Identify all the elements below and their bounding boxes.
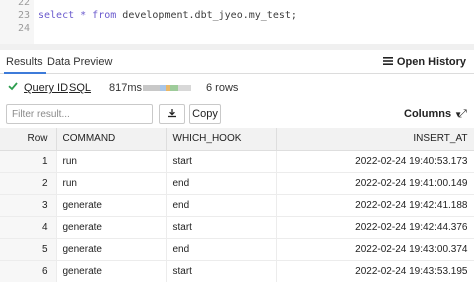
cell-which-hook[interactable]: start [166, 260, 277, 282]
download-icon [168, 108, 176, 117]
row-number: 3 [0, 194, 57, 217]
cell-command[interactable]: run [56, 172, 167, 195]
cell-which-hook[interactable]: start [166, 150, 277, 173]
column-header-row[interactable]: Row [0, 128, 57, 151]
cell-insert-at[interactable]: 2022-02-24 19:42:41.188 [276, 194, 474, 217]
table-row[interactable]: 4 generate start 2022-02-24 19:42:44.376 [0, 216, 474, 239]
sql-editor[interactable]: 22 23 select * from development.dbt_jyeo… [0, 0, 474, 44]
column-header-command[interactable]: COMMAND [56, 128, 167, 151]
tab-data-preview[interactable]: Data Preview [47, 56, 112, 68]
expand-icon[interactable]: ⤢ [458, 108, 467, 121]
table-row[interactable]: 3 generate end 2022-02-24 19:42:41.188 [0, 194, 474, 217]
line-number: 22 [17, 0, 30, 8]
profile-segment [143, 85, 160, 91]
column-header-which-hook[interactable]: WHICH_HOOK [166, 128, 277, 151]
columns-dropdown[interactable]: Columns ▼ [404, 108, 462, 120]
line-number: 24 [17, 23, 30, 34]
query-profile-bar[interactable] [143, 85, 191, 91]
cell-which-hook[interactable]: end [166, 172, 277, 195]
column-header-insert-at[interactable]: INSERT_AT [276, 128, 474, 151]
query-info-bar: Query ID SQL 817ms 6 rows [0, 78, 474, 98]
filter-result-input[interactable] [6, 104, 153, 124]
results-table: Row COMMAND WHICH_HOOK INSERT_AT 1 run s… [0, 128, 474, 282]
cell-insert-at[interactable]: 2022-02-24 19:40:53.173 [276, 150, 474, 173]
cell-command[interactable]: generate [56, 260, 167, 282]
sql-keyword: select * from [38, 10, 117, 21]
open-history-button[interactable]: Open History [382, 56, 466, 68]
sql-link[interactable]: SQL [69, 82, 91, 94]
cell-which-hook[interactable]: end [166, 194, 277, 217]
tab-results[interactable]: Results [4, 56, 46, 74]
open-history-label: Open History [396, 56, 466, 68]
table-row[interactable]: 2 run end 2022-02-24 19:41:00.149 [0, 172, 474, 195]
line-number: 23 [17, 10, 30, 21]
cell-command[interactable]: generate [56, 216, 167, 239]
download-button[interactable] [159, 104, 185, 124]
query-duration: 817ms [109, 82, 143, 94]
table-row[interactable]: 6 generate start 2022-02-24 19:43:53.195 [0, 260, 474, 282]
row-number: 6 [0, 260, 57, 282]
table-row[interactable]: 1 run start 2022-02-24 19:40:53.173 [0, 150, 474, 173]
cell-command[interactable]: generate [56, 238, 167, 261]
copy-button[interactable]: Copy [189, 104, 221, 124]
row-count: 6 rows [206, 82, 239, 94]
result-tabs: Results Data Preview Open History [0, 50, 474, 74]
row-number: 1 [0, 150, 57, 173]
table-row[interactable]: 5 generate end 2022-02-24 19:43:00.374 [0, 238, 474, 261]
row-number: 5 [0, 238, 57, 261]
check-icon [8, 82, 18, 91]
profile-segment [177, 85, 191, 91]
row-number: 2 [0, 172, 57, 195]
history-icon [382, 57, 393, 66]
cell-insert-at[interactable]: 2022-02-24 19:42:44.376 [276, 216, 474, 239]
result-toolbar: Copy Columns▼ ⤢ [0, 102, 474, 126]
cell-insert-at[interactable]: 2022-02-24 19:43:00.374 [276, 238, 474, 261]
code-text[interactable]: select * from development.dbt_jyeo.my_te… [38, 9, 297, 22]
query-id-link[interactable]: Query ID [24, 82, 68, 94]
cell-insert-at[interactable]: 2022-02-24 19:41:00.149 [276, 172, 474, 195]
cell-command[interactable]: run [56, 150, 167, 173]
profile-segment [170, 85, 178, 91]
cell-command[interactable]: generate [56, 194, 167, 217]
columns-label: Columns [404, 108, 452, 120]
cell-which-hook[interactable]: end [166, 238, 277, 261]
cell-insert-at[interactable]: 2022-02-24 19:43:53.195 [276, 260, 474, 282]
cell-which-hook[interactable]: start [166, 216, 277, 239]
table-header-row: Row COMMAND WHICH_HOOK INSERT_AT [0, 128, 474, 151]
sql-identifier: development.dbt_jyeo.my_test; [116, 10, 297, 21]
row-number: 4 [0, 216, 57, 239]
